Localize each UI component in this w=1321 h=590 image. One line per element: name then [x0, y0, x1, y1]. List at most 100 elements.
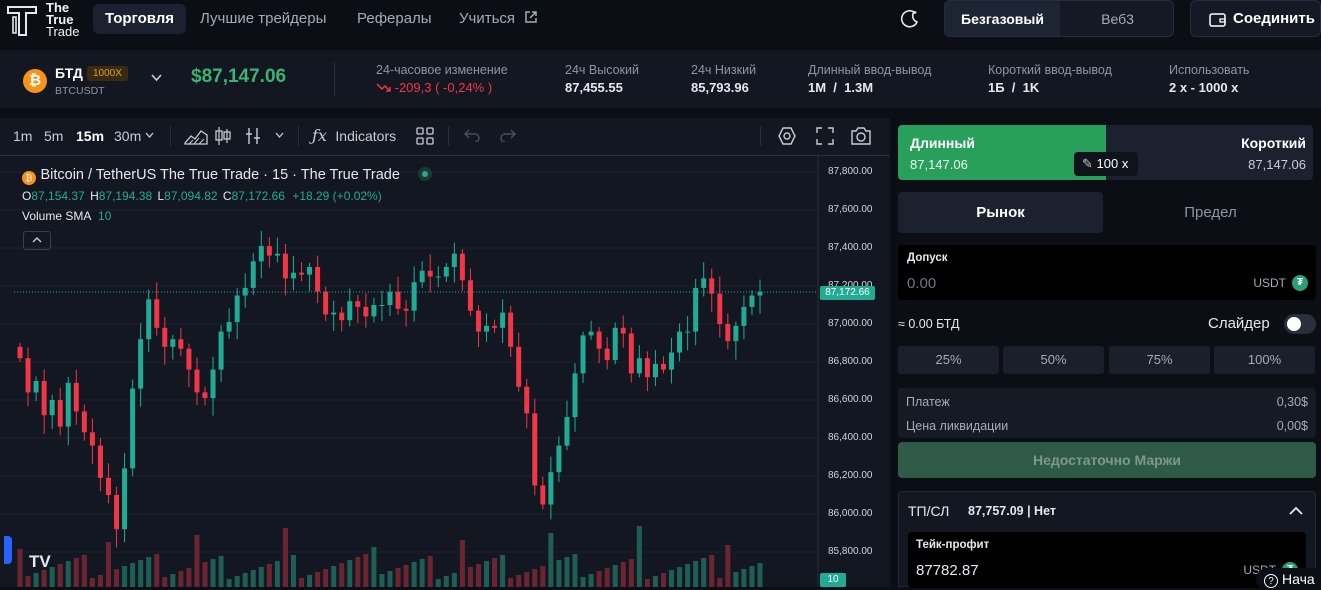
volume-bar — [114, 569, 120, 587]
volume-bar — [725, 545, 731, 587]
leverage-selector[interactable]: ✎ 100 x — [1074, 152, 1138, 176]
web3-mode-button[interactable]: Веб3 — [1060, 1, 1173, 36]
allowance-input[interactable]: 0.00 — [907, 275, 936, 292]
candle-body — [81, 411, 87, 433]
drawing-panel-toggle[interactable] — [4, 536, 12, 564]
timeframe-30m[interactable]: 30m — [114, 128, 141, 144]
fullscreen-icon[interactable] — [816, 127, 834, 145]
settings-icon[interactable] — [777, 126, 797, 146]
timeframe-1m[interactable]: 1m — [13, 128, 32, 144]
brand-logo[interactable]: The True Trade — [6, 1, 86, 39]
candle-body — [596, 331, 602, 349]
candle-body — [500, 312, 506, 328]
theme-toggle-moon-icon[interactable] — [900, 9, 920, 29]
market-open-dot — [418, 167, 433, 181]
volume-bar — [435, 579, 441, 587]
candle-body — [97, 445, 103, 478]
collapse-legend-button[interactable] — [23, 231, 51, 250]
take-profit-field[interactable]: Тейк-профит 87782.87 USDT ₮ — [908, 532, 1306, 588]
tab-limit[interactable]: Предел — [1108, 192, 1313, 233]
chart-type-chevron-icon[interactable] — [275, 132, 284, 139]
pct-75-button[interactable]: 75% — [1109, 346, 1210, 374]
volume-bar — [741, 569, 747, 587]
candle-body — [492, 325, 498, 328]
submit-order-button[interactable]: Недостаточно Маржи — [898, 442, 1316, 478]
candle-body — [371, 305, 377, 317]
candle-body — [41, 381, 47, 416]
area-chart-icon[interactable] — [184, 127, 208, 145]
volume-sma-value: 10 — [98, 209, 112, 223]
take-profit-input[interactable]: 87782.87 — [916, 562, 979, 579]
allowance-field[interactable]: Допуск 0.00 USDT ₮ — [898, 245, 1316, 300]
volume-bar — [709, 555, 715, 587]
candle-body — [669, 352, 675, 370]
chevron-up-icon[interactable] — [1289, 506, 1303, 515]
last-price-tag: 87,172.66 — [820, 286, 875, 300]
price-chart-panel: 1m 5m 15m 30m ƒx Indicators 87,800.00 87,… — [0, 118, 890, 587]
volume-bar — [274, 561, 280, 587]
candle-body — [701, 278, 707, 288]
candlestick-chart[interactable] — [0, 156, 890, 587]
candle-body — [725, 324, 731, 342]
pct-100-button[interactable]: 100% — [1214, 346, 1315, 374]
ticker-bar: ₿ БТД 1000X BTCUSDT $87,147.06 24-часово… — [0, 50, 1321, 108]
candle-body — [387, 291, 393, 305]
chevron-down-icon[interactable] — [150, 73, 163, 83]
bitcoin-icon: ₿ — [23, 69, 47, 93]
timeframe-5m[interactable]: 5m — [44, 128, 63, 144]
gasless-mode-button[interactable]: Безгазовый — [945, 1, 1060, 36]
volume-bar — [701, 558, 707, 587]
volume-bar — [532, 569, 538, 587]
volume-bar — [395, 568, 401, 587]
timeframe-15m[interactable]: 15m — [76, 128, 104, 144]
camera-icon[interactable] — [850, 126, 872, 146]
short-label: Короткий — [1241, 135, 1306, 151]
candle-body — [299, 272, 305, 275]
pct-50-button[interactable]: 50% — [1003, 346, 1104, 374]
order-panel: Длинный 87,147.06 Короткий 87,147.06 ✎ 1… — [890, 118, 1321, 590]
nav-referrals[interactable]: Рефералы — [357, 4, 432, 34]
nav-top-traders[interactable]: Лучшие трейдеры — [200, 4, 326, 34]
nav-trade[interactable]: Торговля — [93, 4, 187, 34]
candle-body — [459, 253, 465, 281]
candles-icon[interactable] — [214, 126, 232, 146]
wallet-icon — [1209, 13, 1226, 27]
volume-bar — [41, 570, 47, 587]
candle-body — [202, 392, 208, 399]
connect-wallet-button[interactable]: Соединить — [1190, 0, 1321, 37]
redo-icon[interactable] — [500, 128, 516, 142]
candle-body — [556, 445, 562, 473]
change-value-wrap: -209,3 ( -0,24% ) — [376, 80, 492, 95]
candle-body — [580, 335, 586, 374]
volume-bar — [363, 554, 369, 587]
pct-25-button[interactable]: 25% — [898, 346, 999, 374]
slider-toggle[interactable] — [1284, 314, 1316, 334]
order-summary: Платеж 0,30$ Цена ликвидации 0,00$ — [898, 388, 1316, 438]
tpsl-label[interactable]: ТП/СЛ — [908, 503, 949, 519]
layouts-grid-icon[interactable] — [416, 127, 434, 145]
nav-learn[interactable]: Учиться — [459, 4, 538, 34]
tab-market[interactable]: Рынок — [898, 192, 1103, 233]
allowance-unit: USDT — [1253, 276, 1286, 290]
take-profit-label: Тейк-профит — [916, 539, 990, 551]
volume-bar — [315, 572, 321, 587]
pencil-icon: ✎ — [1082, 156, 1093, 171]
undo-icon[interactable] — [464, 128, 480, 142]
candle-body — [636, 358, 642, 374]
low-label: 24ч Низкий — [691, 63, 757, 77]
ticker-symbol[interactable]: БТД — [55, 65, 83, 81]
candle-body — [604, 348, 610, 361]
compare-symbol-icon[interactable] — [243, 126, 263, 146]
volume-bar — [540, 566, 546, 587]
candle-body — [339, 312, 345, 321]
price-axis-label: 86,600.00 — [828, 394, 873, 405]
timeframe-chevron-icon[interactable] — [145, 132, 154, 139]
candle-body — [363, 306, 369, 317]
indicators-button[interactable]: ƒx Indicators — [312, 126, 396, 146]
approx-amount: ≈ 0.00 БТД — [898, 317, 960, 331]
open-label: O — [22, 189, 32, 203]
candle-body — [105, 477, 111, 495]
logo-icon — [7, 6, 37, 36]
tradingview-logo-icon[interactable]: TV — [29, 552, 51, 572]
volume-bar — [580, 577, 586, 587]
